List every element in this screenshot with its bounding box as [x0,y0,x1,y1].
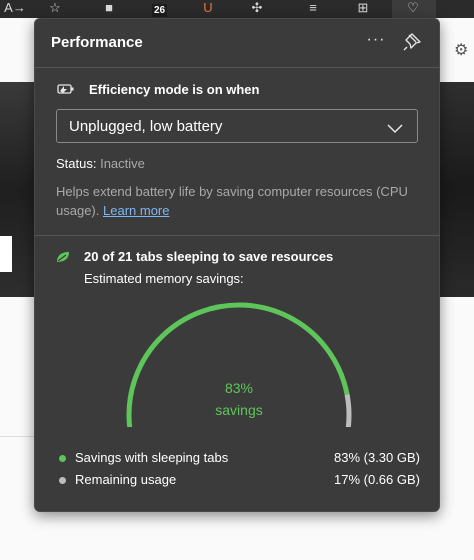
legend-label: Savings with sleeping tabs [75,450,229,465]
section-divider [35,235,439,236]
webpage-image-right [440,82,474,297]
gauge-label: savings [215,402,263,418]
selected-option: Unplugged, low battery [69,118,223,135]
ublock-icon[interactable]: U [200,0,216,16]
more-options-button[interactable]: ··· [365,31,387,53]
efficiency-mode-select[interactable]: Unplugged, low battery [56,109,418,143]
heartbeat-icon[interactable]: ♡ [402,0,424,16]
webpage-button[interactable] [0,236,12,272]
extension-badge-count: 26 [152,4,168,17]
sleeping-tabs-heading: 20 of 21 tabs sleeping to save resources [84,249,334,264]
gauge-remaining-arc [344,393,352,427]
status-value: Inactive [100,156,145,171]
read-aloud-icon[interactable]: A→ [4,0,26,16]
status-line: Status: Inactive [56,156,145,171]
leaf-icon [55,250,71,264]
legend-value: 17% (0.66 GB) [334,472,420,487]
favorites-add-icon[interactable]: ☆ [44,0,66,16]
extension-icon[interactable]: ■ [100,0,118,16]
gauge-percent: 83% [224,380,254,396]
collections-icon[interactable]: ≡ [302,0,324,16]
estimated-savings-label: Estimated memory savings: [84,271,244,286]
legend-row-savings: Savings with sleeping tabs 83% (3.30 GB) [56,450,420,468]
efficiency-battery-icon [57,82,75,96]
header-divider [35,67,439,68]
performance-panel: Performance ··· Efficiency mode is on wh… [34,18,440,512]
pin-icon[interactable] [401,31,423,53]
efficiency-heading: Efficiency mode is on when [89,82,260,97]
add-tab-icon[interactable]: ⊞ [352,0,374,16]
settings-gear-icon[interactable]: ⚙ [454,40,468,60]
legend-value: 83% (3.30 GB) [334,450,420,465]
savings-dot-icon [59,455,66,462]
browser-toolbar: A→ ☆ ■ 26 U ✣ ≡ ⊞ ♡ [0,0,474,18]
help-text-block: Helps extend battery life by saving comp… [56,182,416,220]
status-label: Status: [56,156,97,171]
puzzle-extensions-icon[interactable]: ✣ [248,0,266,16]
webpage-divider [0,436,34,437]
legend-row-remaining: Remaining usage 17% (0.66 GB) [56,472,420,490]
legend-label: Remaining usage [75,472,177,487]
chevron-down-icon [387,121,403,134]
panel-title: Performance [51,34,143,51]
remaining-dot-icon [59,477,66,484]
learn-more-link[interactable]: Learn more [103,203,169,218]
